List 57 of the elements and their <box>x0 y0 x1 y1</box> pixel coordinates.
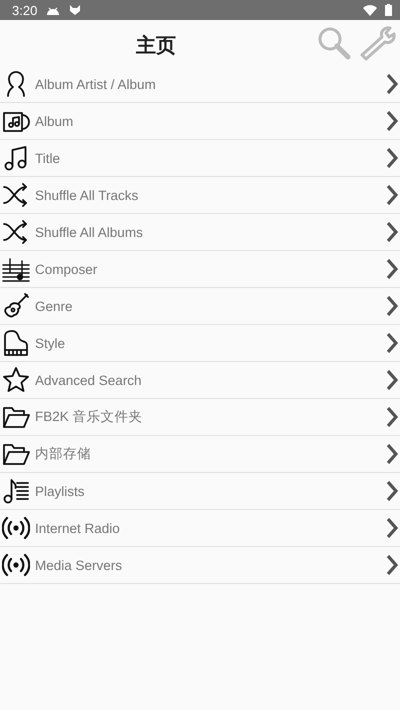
chevron-icon <box>386 185 398 205</box>
battery-icon <box>385 4 392 16</box>
chevron-icon <box>386 555 398 575</box>
chevron-icon <box>386 444 398 464</box>
status-time: 3:20 <box>12 2 38 18</box>
menu-item[interactable]: Style <box>0 325 400 362</box>
chevron-icon <box>386 148 398 168</box>
page-title: 主页 <box>136 34 176 59</box>
wifi-icon <box>363 4 377 16</box>
chevron-icon <box>386 296 398 316</box>
menu-item-label: Shuffle All Tracks <box>35 188 140 202</box>
menu-item-label: Shuffle All Albums <box>35 224 144 240</box>
menu-item[interactable]: Composer <box>0 251 400 288</box>
menu-item[interactable]: Shuffle All Albums <box>0 214 400 251</box>
guitar-icon <box>2 292 30 320</box>
menu-item-label: Album <box>35 114 74 128</box>
menu-item-label: FB2K 音乐文件夹 <box>35 408 144 426</box>
piano-icon <box>2 329 30 357</box>
menu-item-label: Title <box>35 150 62 166</box>
menu-item[interactable]: Playlists <box>0 473 400 510</box>
playlist-icon <box>2 477 30 505</box>
menu-item[interactable]: Title <box>0 140 400 177</box>
radio-icon <box>2 514 30 542</box>
menu-item[interactable]: Advanced Search <box>0 362 400 399</box>
menu-item-label: Advanced Search <box>35 372 143 388</box>
menu-item-label: 内部存储 <box>35 445 92 463</box>
menu-item-label: Composer <box>35 262 98 276</box>
wrench-icon[interactable] <box>358 25 398 61</box>
menu-item-label: Playlists <box>35 484 86 498</box>
radio-icon <box>2 551 30 579</box>
shuffle-icon <box>2 181 30 209</box>
menu-item[interactable]: FB2K 音乐文件夹 <box>0 399 400 436</box>
chevron-icon <box>386 259 398 279</box>
menu-item[interactable]: Genre <box>0 288 400 325</box>
menu-item-label: Genre <box>35 298 74 314</box>
menu-item[interactable]: Shuffle All Tracks <box>0 177 400 214</box>
chevron-icon <box>386 222 398 242</box>
menu-item-label: Media Servers <box>35 558 124 572</box>
star-icon <box>2 366 30 394</box>
chevron-icon <box>386 111 398 131</box>
chevron-icon <box>386 518 398 538</box>
chevron-icon <box>386 481 398 501</box>
chevron-icon <box>386 407 398 427</box>
chevron-icon <box>386 74 398 94</box>
chevron-icon <box>386 370 398 390</box>
shuffle-icon <box>2 218 30 246</box>
menu-item[interactable]: 内部存储 <box>0 436 400 473</box>
menu-item-label: Internet Radio <box>35 520 121 536</box>
menu-item-label: Style <box>35 336 66 350</box>
menu-item[interactable]: Internet Radio <box>0 510 400 547</box>
chevron-icon <box>386 333 398 353</box>
fox-icon <box>69 4 82 16</box>
search-icon[interactable] <box>316 25 352 61</box>
menu-item-label: Album Artist / Album <box>35 76 157 92</box>
menu-item[interactable]: Media Servers <box>0 547 400 584</box>
menu-item[interactable]: Album Artist / Album <box>0 66 400 103</box>
menu-item[interactable]: Album <box>0 103 400 140</box>
